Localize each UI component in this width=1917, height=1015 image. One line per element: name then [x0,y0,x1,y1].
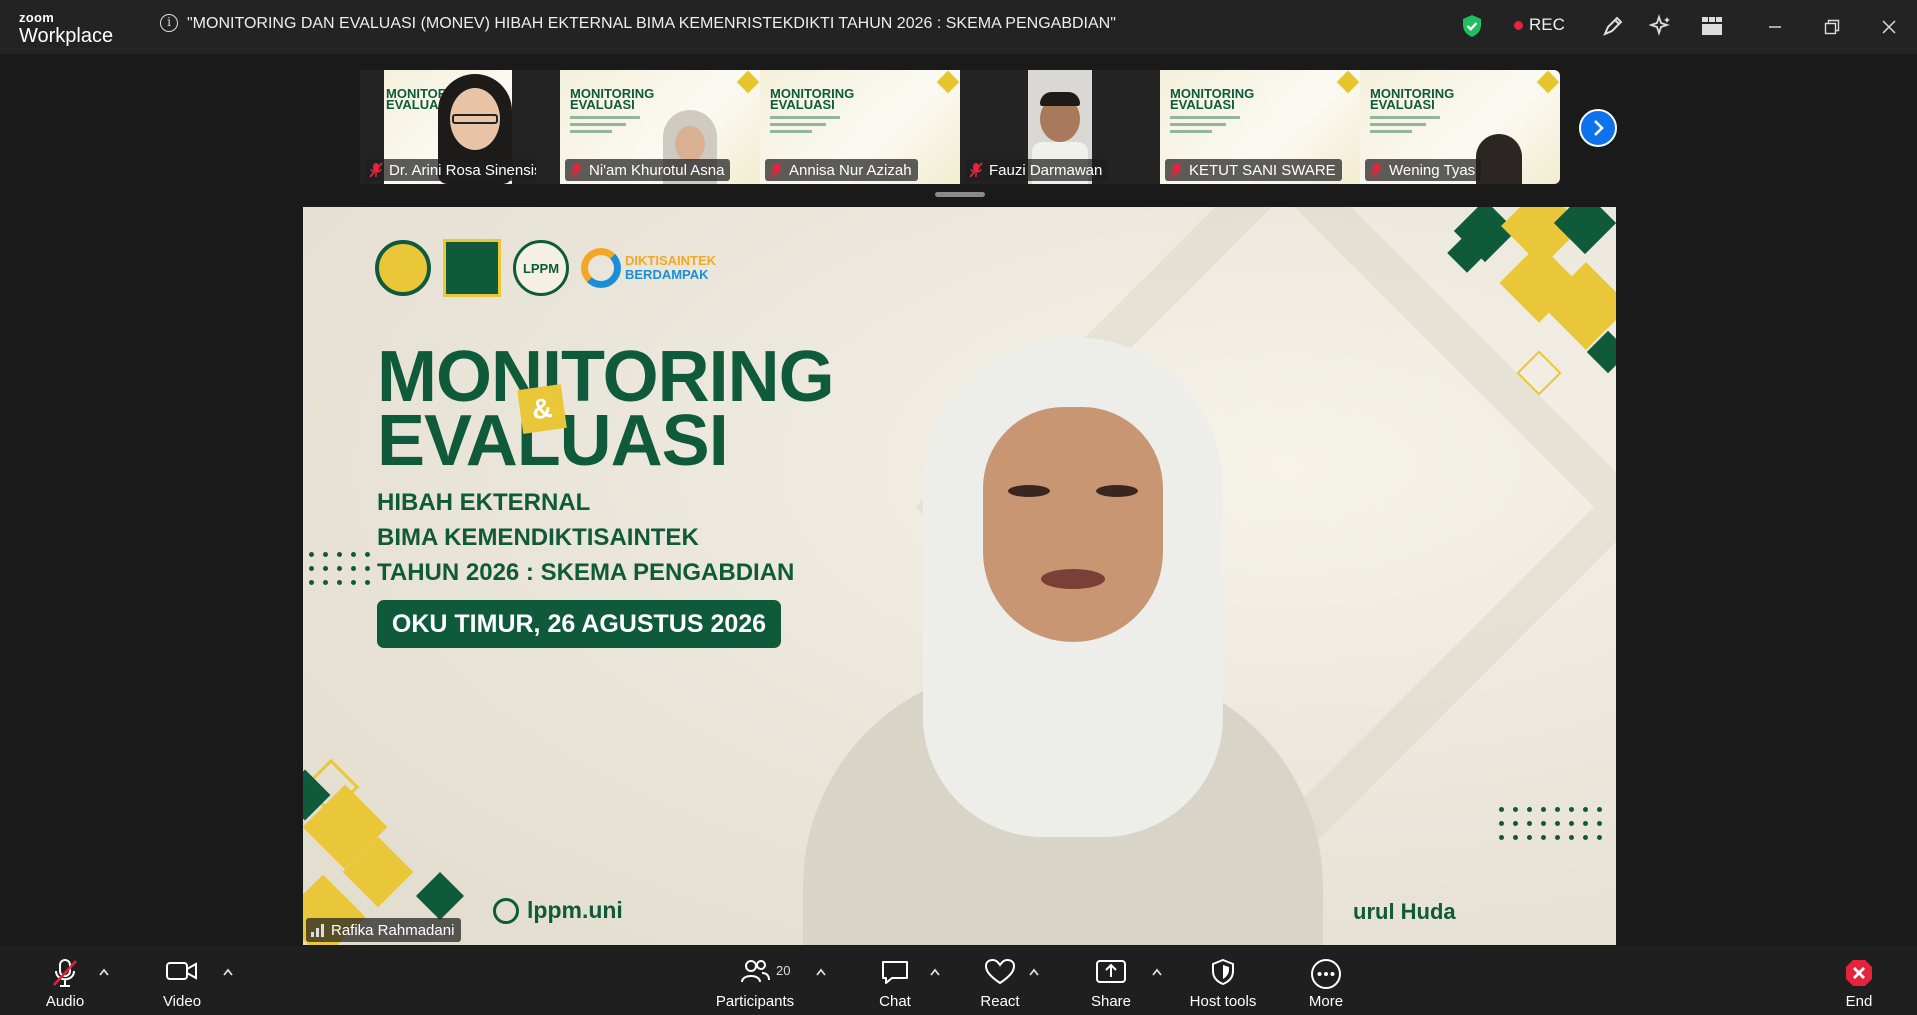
share-button[interactable]: Share [1086,946,1136,1015]
participant-name-label: Ni'am Khurotul Asna [565,159,731,181]
diktisaintek-logo: DIKTISAINTEK BERDAMPAK [581,248,716,288]
rec-label[interactable]: REC [1529,15,1565,35]
share-screen-icon [1096,960,1126,983]
speaker-figure [803,337,1323,945]
muted-mic-icon [369,162,383,178]
react-button[interactable]: React [975,946,1025,1015]
video-options-caret[interactable] [222,964,234,976]
participants-button[interactable]: Participants [715,946,795,1015]
connection-signal-icon [311,923,324,937]
dot-pattern [309,552,370,585]
title-bar: zoom Workplace i "MONITORING DAN EVALUAS… [0,0,1917,54]
video-button[interactable]: Video [157,946,207,1015]
host-tools-button[interactable]: Host tools [1183,946,1263,1015]
heart-react-icon [984,958,1016,985]
participant-tile[interactable]: MONITORING EVALUASI Dr. Arini Rosa Sinens… [360,70,536,184]
gallery-next-button[interactable] [1579,109,1617,147]
close-icon[interactable] [1874,12,1904,42]
participants-label: Participants [715,993,795,1010]
video-camera-icon [166,962,197,980]
zoom-workplace-logo: zoom Workplace [19,11,113,46]
end-meeting-button[interactable]: End [1834,946,1884,1015]
react-options-caret[interactable] [1028,964,1040,976]
meeting-toolbar: Audio Video Participants 20 Chat React S… [0,946,1917,1015]
brand-main: Workplace [19,25,114,47]
audio-label: Audio [45,993,85,1010]
end-meeting-icon [1846,960,1872,986]
sparkle-ai-icon[interactable] [1648,13,1674,39]
slide-title: MONITORING EVALUASI [377,337,835,481]
strip-resize-handle[interactable] [935,192,985,197]
audio-options-caret[interactable] [98,964,110,976]
pen-annotate-icon[interactable] [1600,13,1626,39]
recording-dot-icon [1514,21,1523,30]
slide-date-badge: OKU TIMUR, 26 AGUSTUS 2026 [377,600,781,648]
muted-mic-icon [1169,162,1183,178]
mini-slide-title: MONITORING EVALUASI [770,86,855,112]
ampersand-badge: & [517,384,567,434]
university-seal-logo [375,240,431,296]
host-tools-label: Host tools [1189,993,1257,1010]
mini-slide-title: MONITORING EVALUASI [1370,86,1455,112]
participant-name-label: Dr. Arini Rosa Sinensis,... [365,159,536,181]
globe-icon [493,897,519,924]
participant-name-label: Annisa Nur Azizah [765,159,918,181]
more-label: More [1308,993,1344,1010]
mini-slide-title: MONITORING EVALUASI [1170,86,1255,112]
info-icon[interactable]: i [160,14,178,32]
gallery-view-icon[interactable] [1699,13,1725,39]
participant-gallery-strip: MONITORING EVALUASI Dr. Arini Rosa Sinens… [360,70,1560,184]
institution-logo [443,239,501,297]
mini-slide-title: MONITORING EVALUASI [570,86,655,112]
muted-mic-icon [969,162,983,178]
chevron-right-icon [1594,120,1604,136]
active-speaker-video: LPPM DIKTISAINTEK BERDAMPAK MONITORING EV… [303,207,1616,945]
chat-label: Chat [879,993,911,1010]
restore-icon[interactable] [1817,12,1847,42]
slide-website: lppm.uni [493,897,623,924]
meeting-title: "MONITORING DAN EVALUASI (MONEV) HIBAH E… [187,15,1116,32]
slide-logos: LPPM DIKTISAINTEK BERDAMPAK [375,239,716,297]
chat-button[interactable]: Chat [870,946,920,1015]
share-options-caret[interactable] [1151,964,1163,976]
mic-muted-icon [53,959,77,987]
lppm-logo: LPPM [513,240,569,296]
participant-count-badge: 20 [776,963,791,978]
muted-mic-icon [569,162,583,178]
more-button[interactable]: More [1301,946,1351,1015]
participants-options-caret[interactable] [815,964,827,976]
participant-name-label: Wening Tyas [1365,159,1482,181]
participant-tile[interactable]: MONITORING EVALUASI Annisa Nur Azizah [760,70,960,184]
muted-mic-icon [1369,162,1383,178]
chat-bubble-icon [882,961,908,984]
more-options-icon [1311,959,1341,989]
minimize-icon[interactable] [1760,12,1790,42]
brand-small: zoom [19,10,55,25]
end-label: End [1845,993,1873,1010]
participant-tile[interactable]: MONITORING EVALUASI KETUT SANI SWARE [1160,70,1360,184]
video-label: Video [162,993,202,1010]
participant-tile[interactable]: Fauzi Darmawan [960,70,1160,184]
participant-tile[interactable]: MONITORING EVALUASI Ni'am Khurotul Asna [560,70,760,184]
shield-check-icon[interactable] [1459,13,1485,39]
audio-button[interactable]: Audio [40,946,90,1015]
participant-tile[interactable]: MONITORING EVALUASI Wening Tyas [1360,70,1560,184]
slide-subtitle: HIBAH EKTERNAL BIMA KEMENDIKTISAINTEK TA… [377,489,795,586]
host-shield-icon [1212,958,1234,986]
slide-footer-text: urul Huda [1353,899,1456,924]
share-label: Share [1090,993,1132,1010]
speaker-name-label: Rafika Rahmadani [306,918,462,942]
participant-name-label: KETUT SANI SWARE [1165,159,1342,181]
muted-mic-icon [769,162,783,178]
dot-pattern [1499,807,1602,840]
participants-icon [741,960,770,983]
react-label: React [980,993,1020,1010]
participant-name-label: Fauzi Darmawan [965,159,1109,181]
chat-options-caret[interactable] [929,964,941,976]
